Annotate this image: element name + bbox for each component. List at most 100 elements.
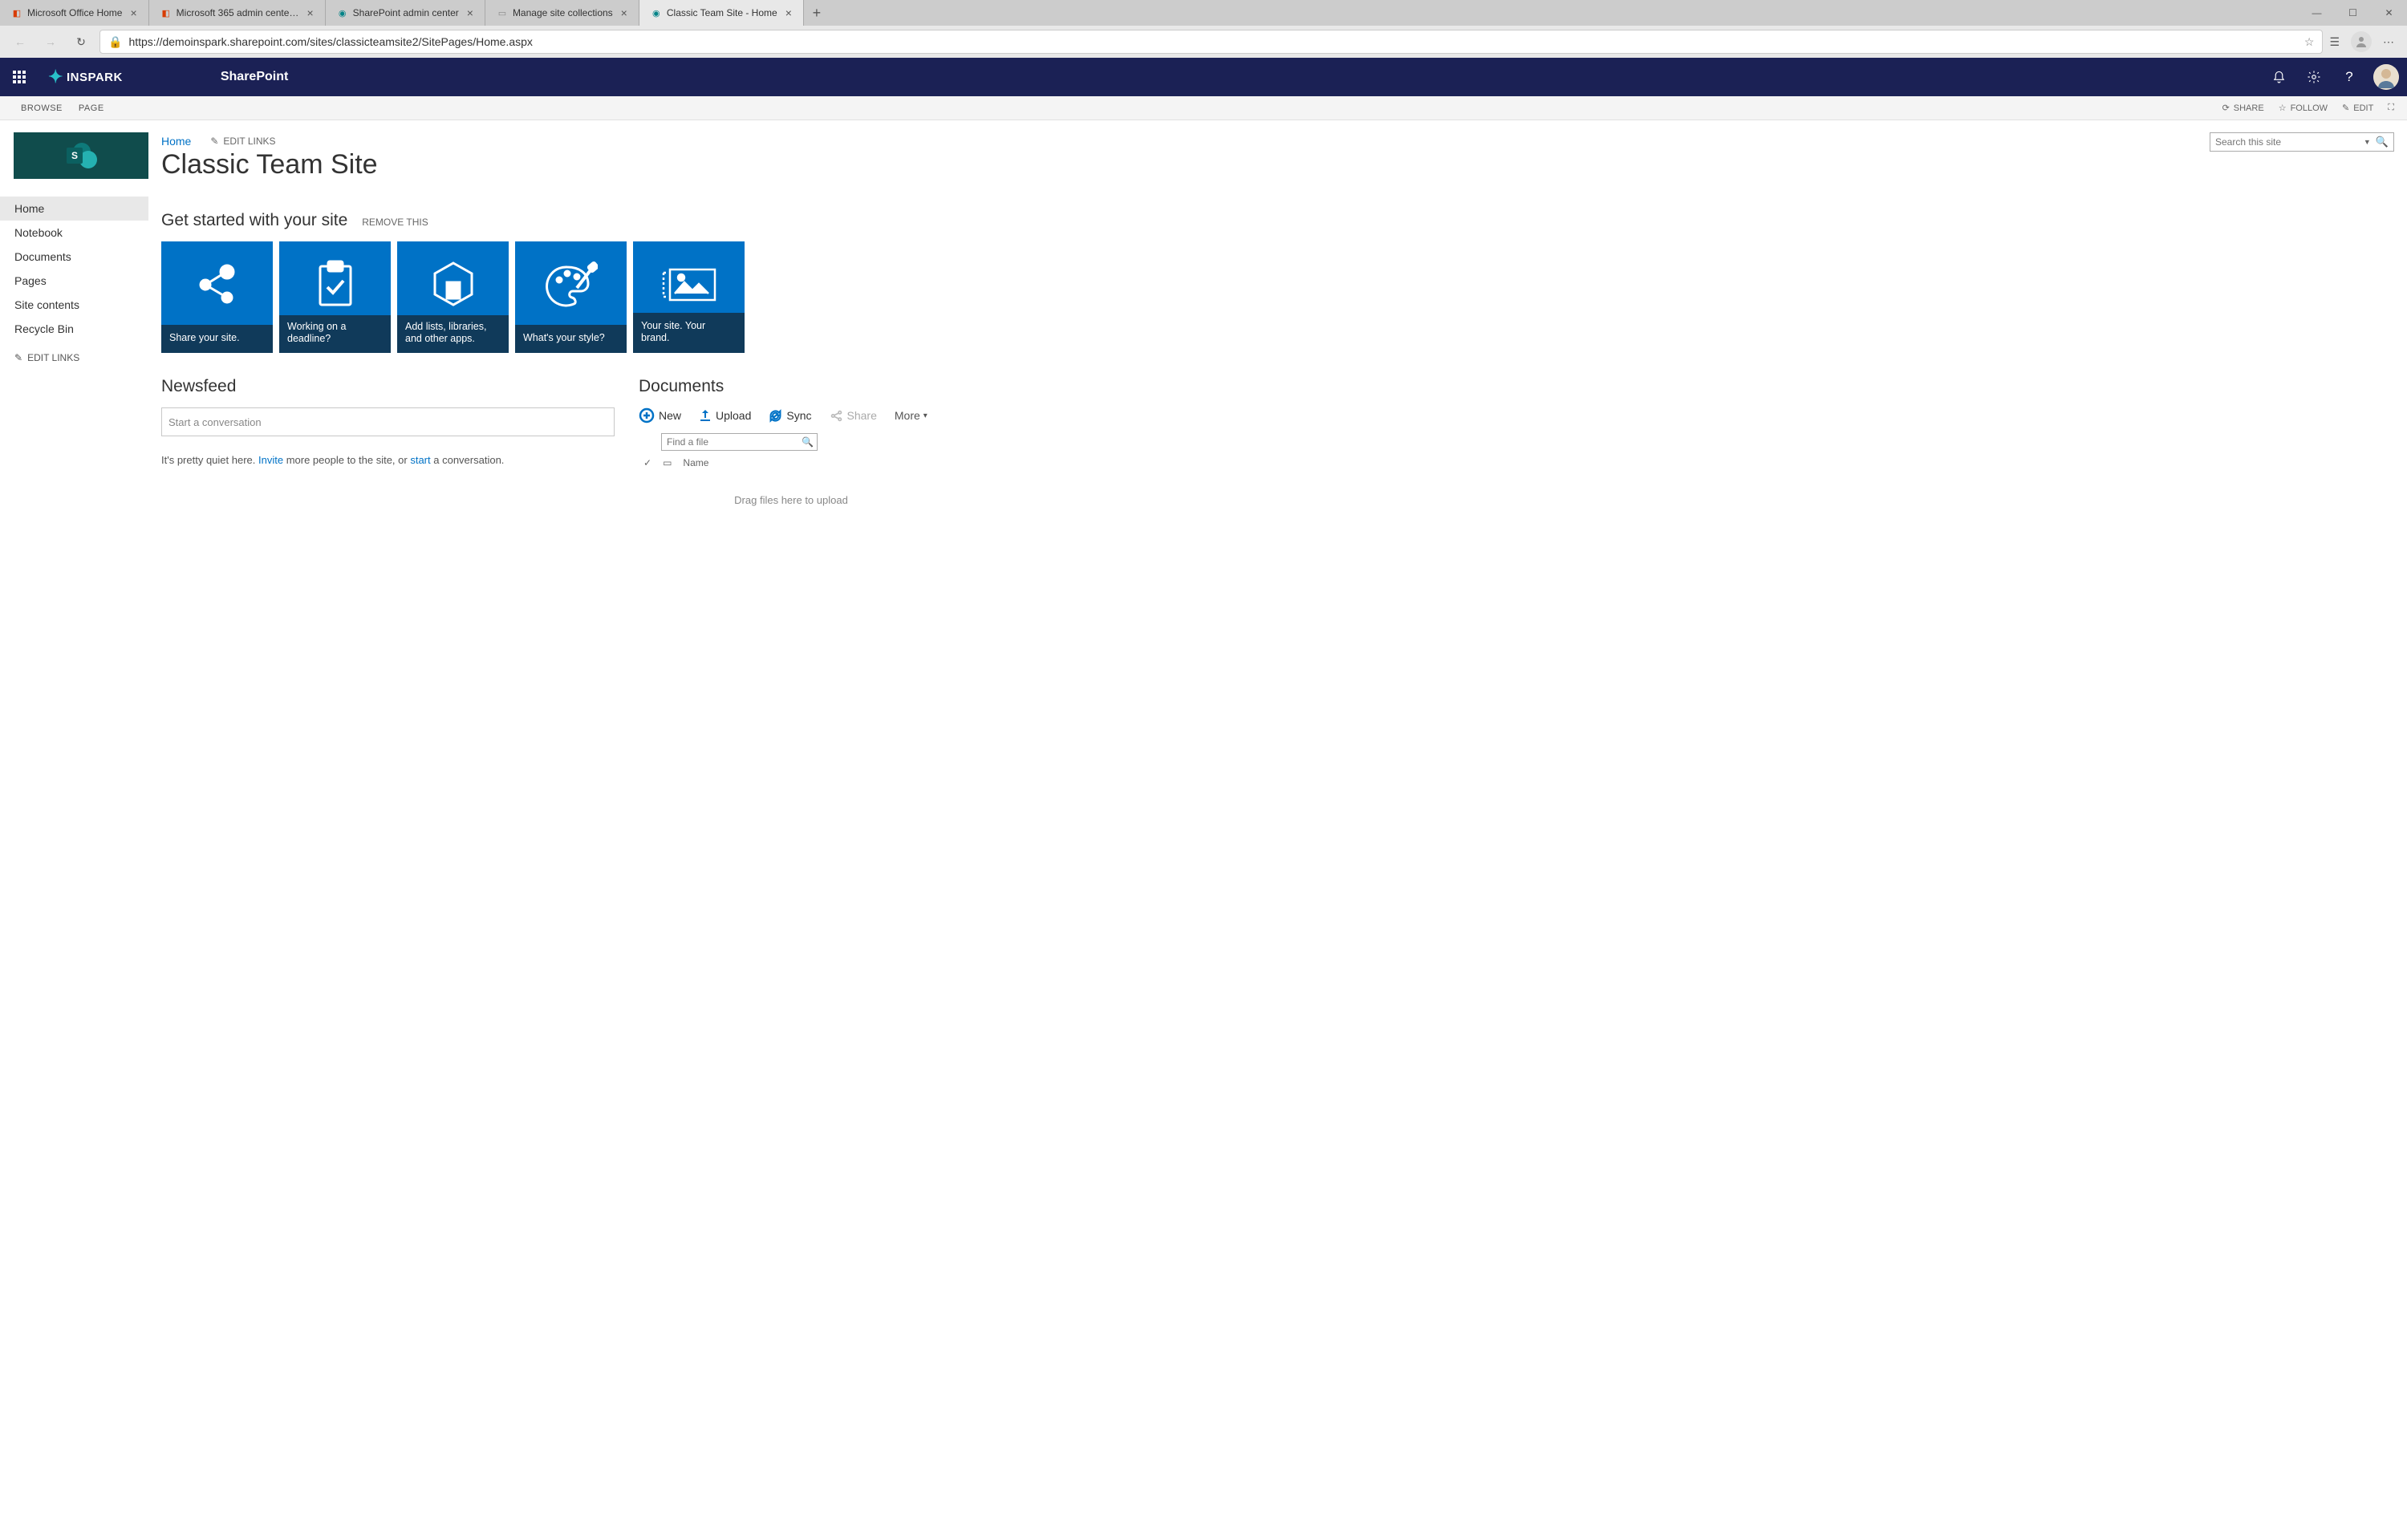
sync-icon: [769, 409, 782, 423]
follow-button[interactable]: ☆FOLLOW: [2279, 103, 2328, 113]
find-file-input[interactable]: [667, 436, 802, 448]
more-icon[interactable]: ⋯: [2383, 35, 2394, 49]
browser-tab[interactable]: ◧ Microsoft Office Home ×: [0, 0, 149, 26]
page-icon: ▭: [497, 7, 508, 18]
start-link[interactable]: start: [410, 454, 430, 466]
chevron-down-icon: ▾: [923, 411, 927, 420]
close-icon[interactable]: ×: [303, 6, 316, 19]
url-input[interactable]: [128, 35, 2297, 48]
tile-deadline[interactable]: Working on a deadline?: [279, 241, 391, 353]
column-name[interactable]: Name: [683, 457, 708, 468]
window-controls: — ☐ ✕: [2299, 0, 2407, 26]
browser-tab[interactable]: ▭ Manage site collections ×: [485, 0, 639, 26]
maximize-button[interactable]: ☐: [2335, 0, 2371, 26]
nav-notebook[interactable]: Notebook: [0, 221, 148, 245]
star-icon: ✦: [48, 67, 63, 87]
user-avatar[interactable]: [2373, 64, 2399, 90]
quick-launch: Home Notebook Documents Pages Site conte…: [0, 197, 148, 341]
sharepoint-icon: ◉: [651, 7, 662, 18]
star-icon: ☆: [2279, 103, 2287, 113]
tile-share-site[interactable]: Share your site.: [161, 241, 273, 353]
tile-label: Working on a deadline?: [279, 315, 391, 353]
star-icon[interactable]: ☆: [2304, 35, 2315, 49]
browser-tab[interactable]: ◉ SharePoint admin center ×: [326, 0, 485, 26]
documents-header-row: ✓ ▭ Name: [639, 451, 944, 473]
browser-profile-icon[interactable]: [2351, 31, 2372, 52]
app-launcher-icon[interactable]: [0, 58, 39, 96]
site-logo[interactable]: S: [14, 132, 148, 179]
close-icon[interactable]: ×: [618, 6, 631, 19]
new-button[interactable]: New: [639, 407, 681, 424]
edit-links-top[interactable]: ✎EDIT LINKS: [210, 136, 275, 147]
sync-button[interactable]: Sync: [769, 409, 811, 423]
office-icon: ◧: [160, 7, 172, 18]
notifications-icon[interactable]: [2263, 58, 2295, 96]
tile-brand[interactable]: Your site. Your brand.: [633, 241, 745, 353]
minimize-button[interactable]: —: [2299, 0, 2335, 26]
search-input[interactable]: [2215, 136, 2360, 148]
more-button[interactable]: More ▾: [895, 409, 927, 422]
remove-this-link[interactable]: REMOVE THIS: [362, 217, 428, 228]
upload-button[interactable]: Upload: [699, 409, 751, 422]
share-button[interactable]: ⟳SHARE: [2222, 103, 2264, 113]
site-search[interactable]: ▼ 🔍: [2210, 132, 2394, 152]
tab-title: Microsoft 365 admin center - Me: [177, 7, 299, 18]
invite-link[interactable]: Invite: [258, 454, 283, 466]
tenant-name: INSPARK: [67, 71, 123, 84]
refresh-button[interactable]: ↻: [69, 30, 93, 54]
share-doc-button[interactable]: Share: [830, 409, 877, 423]
nav-documents[interactable]: Documents: [0, 245, 148, 269]
tile-label: Share your site.: [161, 325, 273, 353]
forward-button[interactable]: →: [39, 30, 63, 54]
browser-tab-active[interactable]: ◉ Classic Team Site - Home ×: [639, 0, 804, 26]
nav-site-contents[interactable]: Site contents: [0, 293, 148, 317]
upload-icon: [699, 409, 712, 422]
tile-style[interactable]: What's your style?: [515, 241, 627, 353]
palette-icon: [515, 253, 627, 317]
browser-tab[interactable]: ◧ Microsoft 365 admin center - Me ×: [149, 0, 326, 26]
file-icon: ▭: [663, 457, 672, 468]
office-icon: ◧: [11, 7, 22, 18]
tab-title: Microsoft Office Home: [27, 7, 122, 18]
settings-icon[interactable]: [2298, 58, 2330, 96]
promoted-tiles: Share your site. Working on a deadline? …: [161, 241, 2391, 353]
tile-add-apps[interactable]: Add lists, libraries, and other apps.: [397, 241, 509, 353]
ribbon-tab-browse[interactable]: BROWSE: [13, 103, 71, 113]
search-icon[interactable]: 🔍: [802, 436, 814, 448]
pencil-icon: ✎: [14, 352, 22, 363]
search-go-icon[interactable]: 🔍: [2374, 136, 2390, 148]
nav-pages[interactable]: Pages: [0, 269, 148, 293]
back-button[interactable]: ←: [8, 30, 32, 54]
drop-hint: Drag files here to upload: [639, 473, 944, 506]
address-bar[interactable]: 🔒 ☆: [99, 30, 2323, 54]
select-all-check[interactable]: ✓: [643, 457, 651, 468]
pencil-icon: ✎: [2342, 103, 2349, 113]
close-icon[interactable]: ×: [464, 6, 477, 19]
tile-label: What's your style?: [515, 325, 627, 353]
documents-toolbar: New Upload Sync Share Mor: [639, 407, 944, 424]
page-title: Classic Team Site: [161, 149, 2391, 180]
tile-label: Your site. Your brand.: [633, 313, 745, 353]
edit-links-side[interactable]: ✎ EDIT LINKS: [0, 341, 148, 375]
tenant-logo[interactable]: ✦ INSPARK: [39, 67, 132, 87]
ribbon-tab-page[interactable]: PAGE: [71, 103, 112, 113]
edit-button[interactable]: ✎EDIT: [2342, 103, 2373, 113]
nav-recycle-bin[interactable]: Recycle Bin: [0, 317, 148, 341]
search-scope-dropdown[interactable]: ▼: [2360, 138, 2374, 146]
browser-chrome: ◧ Microsoft Office Home × ◧ Microsoft 36…: [0, 0, 2407, 58]
close-icon[interactable]: ×: [127, 6, 140, 19]
share-icon: [161, 253, 273, 317]
breadcrumb-home[interactable]: Home: [161, 135, 191, 148]
tab-strip: ◧ Microsoft Office Home × ◧ Microsoft 36…: [0, 0, 2407, 26]
tile-label: Add lists, libraries, and other apps.: [397, 315, 509, 353]
close-icon[interactable]: ×: [782, 6, 795, 19]
close-window-button[interactable]: ✕: [2371, 0, 2407, 26]
find-file-box[interactable]: 🔍: [661, 433, 818, 451]
nav-home[interactable]: Home: [0, 197, 148, 221]
reading-list-icon[interactable]: ☰: [2329, 35, 2340, 49]
tab-title: SharePoint admin center: [353, 7, 459, 18]
newsfeed-input[interactable]: Start a conversation: [161, 407, 615, 436]
focus-icon[interactable]: ⛶: [2388, 103, 2394, 113]
help-icon[interactable]: ?: [2333, 58, 2365, 96]
new-tab-button[interactable]: +: [804, 0, 830, 26]
